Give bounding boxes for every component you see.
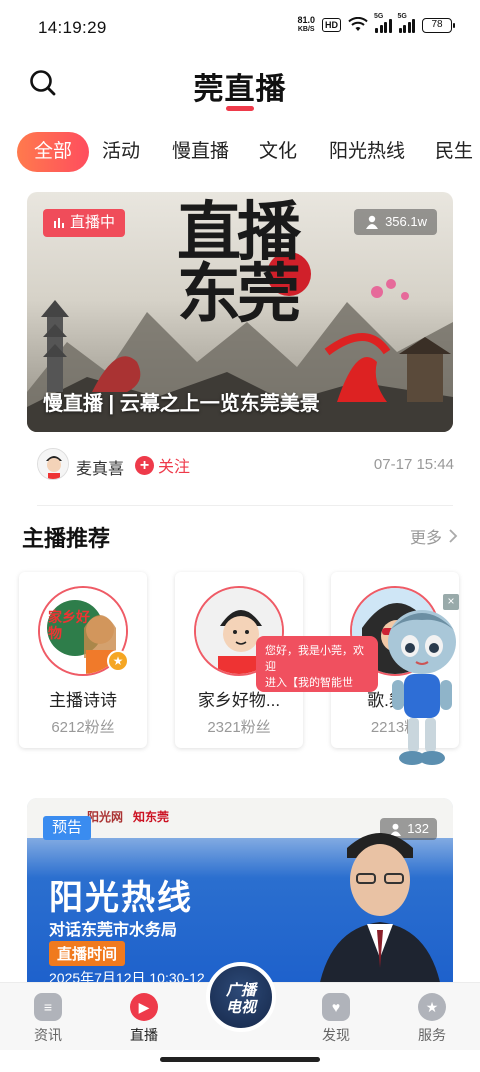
author-row: 麦真喜 + 关注 07-17 15:44 xyxy=(37,446,454,484)
anchor-card[interactable]: 家乡好物 ★ 主播诗诗 6212粉丝 xyxy=(19,572,147,748)
nav-service-label: 服务 xyxy=(418,1027,446,1043)
nav-live-label: 直播 xyxy=(130,1027,158,1043)
promo-logo-zhidongguan: 知东莞 xyxy=(133,810,170,824)
live-bars-icon xyxy=(54,218,64,228)
hero-calligraphy: 直播东莞 xyxy=(177,195,301,332)
tab-all[interactable]: 全部 xyxy=(17,132,90,172)
nav-discover[interactable]: ♥ 发现 xyxy=(306,993,366,1045)
news-icon: ≡ xyxy=(34,993,62,1021)
live-play-icon: ▶ xyxy=(130,993,158,1021)
nav-live[interactable]: ▶ 直播 xyxy=(114,993,174,1045)
status-bar: 14:19:29 81.0 KB/S HD 5G 5G 78 xyxy=(0,0,480,52)
category-tabs: 全部 活动 慢直播 文化 阳光热线 民生 xyxy=(0,128,480,176)
anchor-avatar-text: 家乡好物 xyxy=(48,610,90,642)
tab-slow-live[interactable]: 慢直播 xyxy=(172,132,229,172)
star-badge-icon: ★ xyxy=(107,650,129,672)
tab-culture[interactable]: 文化 xyxy=(259,132,297,172)
viewer-count: 356.1w xyxy=(354,209,437,235)
preview-badge: 预告 xyxy=(43,816,92,840)
featured-live-card[interactable]: 直播东莞 直播中 356.1w 慢直播 | 云幕之上一览东莞美景 xyxy=(27,192,453,432)
broadcast-tv-button[interactable]: 广播 电视 xyxy=(206,962,276,1032)
follow-label: 关注 xyxy=(158,459,191,476)
hd-icon: HD xyxy=(322,18,341,32)
nav-news-label: 资讯 xyxy=(34,1027,62,1043)
more-label: 更多 xyxy=(409,530,442,547)
close-icon[interactable]: × xyxy=(443,594,459,610)
author-name[interactable]: 麦真喜 xyxy=(76,455,124,479)
follow-button[interactable]: + 关注 xyxy=(135,453,190,477)
assistant-mascot[interactable] xyxy=(380,600,464,770)
avatar-illustration xyxy=(38,449,68,479)
title-underline xyxy=(226,106,254,111)
net-speed: 81.0 KB/S xyxy=(297,16,315,34)
nav-news[interactable]: ≡ 资讯 xyxy=(18,993,78,1045)
sim1-label: 5G xyxy=(374,13,384,20)
tab-livelihood[interactable]: 民生 xyxy=(435,132,473,172)
anchor-name: 主播诗诗 xyxy=(49,691,117,710)
live-badge: 直播中 xyxy=(43,209,126,237)
anchor-fans: 2321粉丝 xyxy=(207,719,271,736)
tab-sunshine-hotline[interactable]: 阳光热线 xyxy=(329,132,405,172)
discover-icon: ♥ xyxy=(322,993,350,1021)
post-time: 07-17 15:44 xyxy=(373,456,454,473)
hero-title: 慢直播 | 云幕之上一览东莞美景 xyxy=(43,393,320,415)
people-icon xyxy=(366,215,379,229)
chevron-right-icon xyxy=(449,529,458,543)
more-button[interactable]: 更多 xyxy=(410,524,458,548)
plus-icon: + xyxy=(135,455,154,475)
tab-activity[interactable]: 活动 xyxy=(102,132,140,172)
page-title: 莞直播 xyxy=(193,73,287,106)
promo-subtitle: 对话东莞市水务局 xyxy=(49,922,178,939)
viewer-count-value: 356.1w xyxy=(385,214,427,229)
assistant-line1: 您好，我是小莞，欢迎 xyxy=(265,645,364,673)
divider xyxy=(37,505,453,506)
status-icons: 81.0 KB/S HD 5G 5G 78 xyxy=(297,13,455,34)
live-badge-label: 直播中 xyxy=(70,214,116,231)
signal-icon-sim2: 5G xyxy=(398,13,415,33)
promo-guest-photo xyxy=(317,833,443,998)
header: 莞直播 xyxy=(0,56,480,116)
nav-discover-label: 发现 xyxy=(322,1027,350,1043)
promo-time-label: 直播时间 xyxy=(49,941,126,966)
sim2-label: 5G xyxy=(397,13,407,20)
broadcast-tv-line2: 电视 xyxy=(225,999,256,1016)
section-title-anchors: 主播推荐 xyxy=(22,526,111,551)
promo-title: 阳光热线 xyxy=(49,879,193,917)
nav-service[interactable]: ★ 服务 xyxy=(402,993,462,1045)
author-avatar[interactable] xyxy=(37,448,69,480)
net-speed-value: 81.0 xyxy=(297,15,315,25)
status-time: 14:19:29 xyxy=(38,18,107,37)
wifi-icon xyxy=(348,17,368,31)
battery-icon: 78 xyxy=(422,17,455,33)
promo-logo-sunshine: 阳光网 xyxy=(87,810,124,824)
service-icon: ★ xyxy=(418,993,446,1021)
assistant-speech-bubble[interactable]: 您好，我是小莞，欢迎 进入【我的智能世界】 xyxy=(256,636,378,705)
home-indicator[interactable] xyxy=(160,1057,320,1062)
net-speed-unit: KB/S xyxy=(297,26,315,33)
signal-icon-sim1: 5G xyxy=(374,13,392,33)
anchor-fans: 6212粉丝 xyxy=(51,719,115,736)
broadcast-tv-line1: 广播 xyxy=(225,982,256,999)
assistant-line2: 进入【我的智能世界】 xyxy=(265,677,353,705)
